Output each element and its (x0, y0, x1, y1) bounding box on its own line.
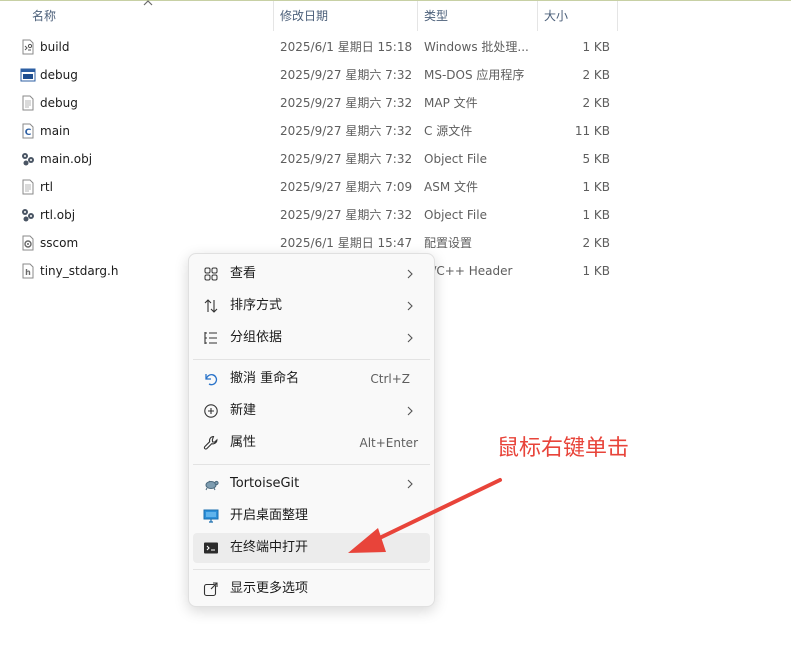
menu-item-label: 在终端中打开 (230, 540, 309, 555)
file-size: 1 KB (582, 264, 610, 278)
menu-shortcut: Alt+Enter (359, 436, 418, 450)
file-date: 2025/9/27 星期六 7:32 (280, 208, 413, 222)
chevron-right-icon (407, 301, 413, 311)
header-file-icon: h (22, 263, 34, 279)
file-size: 5 KB (582, 152, 610, 166)
menu-separator (193, 569, 430, 570)
menu-item-group[interactable]: 分组依据 (193, 323, 430, 353)
plus-circle-icon (204, 404, 218, 418)
annotation-text: 鼠标右键单击 (497, 436, 630, 461)
file-size: 1 KB (582, 208, 610, 222)
file-name: rtl.obj (40, 208, 76, 222)
menu-item-label: 属性 (230, 435, 257, 450)
c-source-icon: C (22, 123, 34, 139)
menu-item-label: 分组依据 (230, 330, 283, 345)
batch-file-icon (22, 39, 34, 55)
file-date: 2025/9/27 星期六 7:32 (280, 152, 413, 166)
generic-file-icon (22, 179, 34, 195)
menu-item-label: 开启桌面整理 (230, 508, 309, 523)
file-type: 配置设置 (424, 236, 473, 250)
file-row[interactable]: C main 2025/9/27 星期六 7:32 C 源文件 11 KB (0, 117, 791, 145)
file-name: debug (40, 68, 78, 82)
file-date: 2025/9/27 星期六 7:32 (280, 68, 413, 82)
file-row[interactable]: main.obj 2025/9/27 星期六 7:32 Object File … (0, 145, 791, 173)
file-size: 2 KB (582, 96, 610, 110)
column-name[interactable]: 名称 (26, 1, 274, 31)
column-type[interactable]: 类型 (418, 1, 538, 31)
context-menu: 查看 排序方式 分组依据 撤消 重命名 Ctrl+Z 新建 属性 Alt+Ent… (188, 253, 435, 607)
undo-icon (205, 374, 218, 386)
file-row[interactable]: rtl 2025/9/27 星期六 7:09 ASM 文件 1 KB (0, 173, 791, 201)
file-date: 2025/9/27 星期六 7:32 (280, 96, 413, 110)
generic-file-icon (22, 95, 34, 111)
column-date[interactable]: 修改日期 (274, 1, 418, 31)
menu-item-label: 撤消 重命名 (230, 371, 300, 386)
file-name: main.obj (40, 152, 93, 166)
file-type: C 源文件 (424, 124, 473, 138)
object-file-icon (22, 209, 34, 222)
file-date: 2025/9/27 星期六 7:09 (280, 180, 413, 194)
menu-item-label: 排序方式 (230, 298, 283, 313)
menu-item-label: 查看 (230, 266, 257, 281)
menu-item-label: TortoiseGit (230, 476, 300, 491)
menu-item-undo-rename[interactable]: 撤消 重命名 Ctrl+Z (193, 364, 430, 394)
menu-item-desktop-organizer[interactable]: 开启桌面整理 (193, 501, 430, 531)
menu-item-sort[interactable]: 排序方式 (193, 291, 430, 321)
file-size: 1 KB (582, 40, 610, 54)
file-row[interactable]: debug 2025/9/27 星期六 7:32 MS-DOS 应用程序 2 K… (0, 61, 791, 89)
file-type: Windows 批处理... (424, 40, 529, 54)
file-size: 11 KB (574, 124, 610, 138)
sort-icon (204, 299, 218, 313)
menu-item-view[interactable]: 查看 (193, 259, 430, 289)
tortoise-icon (205, 480, 219, 491)
file-date: 2025/6/1 星期日 15:18 (280, 40, 413, 54)
file-type: MS-DOS 应用程序 (424, 68, 525, 82)
file-name: build (40, 40, 70, 54)
file-type: C/C++ Header (424, 264, 513, 278)
file-date: 2025/9/27 星期六 7:32 (280, 124, 413, 138)
menu-item-label: 新建 (230, 403, 257, 418)
file-type: MAP 文件 (424, 96, 478, 110)
menu-item-open-terminal[interactable]: 在终端中打开 (193, 533, 430, 563)
monitor-icon (203, 509, 219, 523)
file-name: rtl (40, 180, 53, 194)
svg-text:C: C (25, 128, 32, 138)
file-row[interactable]: build 2025/6/1 星期日 15:18 Windows 批处理... … (0, 33, 791, 61)
share-external-icon (203, 582, 218, 597)
column-header: 名称 修改日期 类型 大小 (0, 0, 791, 31)
menu-item-label: 显示更多选项 (230, 581, 309, 596)
group-by-icon (204, 332, 217, 344)
file-row[interactable]: debug 2025/9/27 星期六 7:32 MAP 文件 2 KB (0, 89, 791, 117)
menu-separator (193, 359, 430, 360)
file-name: debug (40, 96, 78, 110)
file-size: 2 KB (582, 68, 610, 82)
file-type: Object File (424, 208, 487, 222)
column-size[interactable]: 大小 (538, 1, 618, 31)
terminal-icon (204, 542, 218, 554)
file-type: ASM 文件 (424, 180, 478, 194)
menu-item-more-options[interactable]: 显示更多选项 (193, 574, 430, 604)
object-file-icon (22, 153, 34, 166)
menu-item-properties[interactable]: 属性 Alt+Enter (193, 428, 430, 458)
chevron-right-icon (407, 269, 413, 279)
menu-item-tortoisegit[interactable]: TortoiseGit (193, 469, 430, 499)
menu-item-new[interactable]: 新建 (193, 396, 430, 426)
menu-shortcut: Ctrl+Z (370, 372, 410, 386)
grid-view-icon (204, 267, 218, 281)
file-size: 1 KB (582, 180, 610, 194)
file-type: Object File (424, 152, 487, 166)
chevron-right-icon (407, 406, 413, 416)
chevron-right-icon (407, 479, 413, 489)
file-name: main (40, 124, 70, 138)
chevron-right-icon (407, 333, 413, 343)
file-size: 2 KB (582, 236, 610, 250)
svg-text:h: h (25, 268, 31, 277)
file-row[interactable]: rtl.obj 2025/9/27 星期六 7:32 Object File 1… (0, 201, 791, 229)
config-file-icon (22, 235, 34, 251)
wrench-icon (203, 435, 218, 450)
menu-separator (193, 464, 430, 465)
dos-app-icon (20, 68, 36, 82)
